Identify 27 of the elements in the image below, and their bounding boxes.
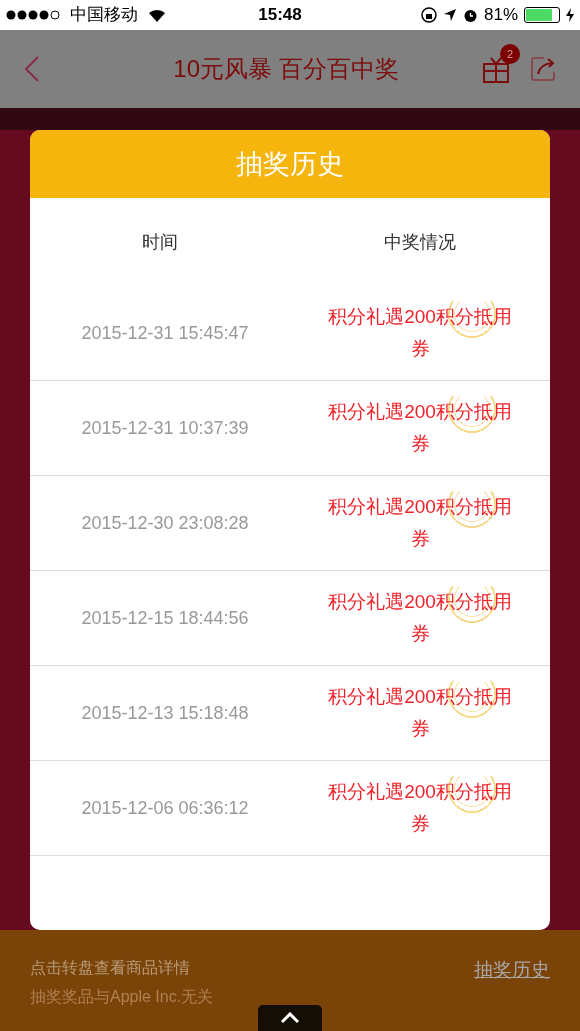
rotation-lock-icon xyxy=(420,7,437,23)
clock: 15:48 xyxy=(257,4,303,27)
charging-bolt-icon xyxy=(566,8,574,22)
draw-time: 2015-12-30 23:08:28 xyxy=(81,511,249,535)
nav-title: 10元风暴 百分百中奖 xyxy=(172,54,400,84)
modal-title: 抽奖历史 xyxy=(236,147,344,181)
disclaimer-text: 抽奖奖品与Apple Inc.无关 xyxy=(30,986,215,1007)
draw-time: 2015-12-15 18:44:56 xyxy=(81,606,249,630)
location-arrow-icon xyxy=(442,8,457,22)
alarm-icon xyxy=(462,7,478,23)
chevron-up-icon xyxy=(280,1012,300,1024)
draw-time: 2015-12-06 06:36:12 xyxy=(81,796,249,820)
battery-icon xyxy=(524,7,560,23)
draw-time: 2015-12-31 15:45:47 xyxy=(81,321,249,345)
history-link[interactable]: 抽奖历史 xyxy=(474,956,550,985)
wifi-icon xyxy=(148,8,166,22)
expand-button[interactable] xyxy=(258,1005,322,1031)
share-icon[interactable] xyxy=(530,56,556,82)
notification-badge: 2 xyxy=(500,44,520,64)
back-icon[interactable] xyxy=(24,55,40,83)
battery-percent: 81% xyxy=(483,4,518,27)
hint-text: 点击转盘查看商品详情 xyxy=(30,958,190,978)
draw-time: 2015-12-13 15:18:48 xyxy=(81,701,249,725)
carrier: 中国移动 xyxy=(70,4,138,27)
column-header: 中奖情况 xyxy=(384,230,456,254)
draw-time: 2015-12-31 10:37:39 xyxy=(81,416,249,440)
column-header: 时间 xyxy=(142,230,178,254)
